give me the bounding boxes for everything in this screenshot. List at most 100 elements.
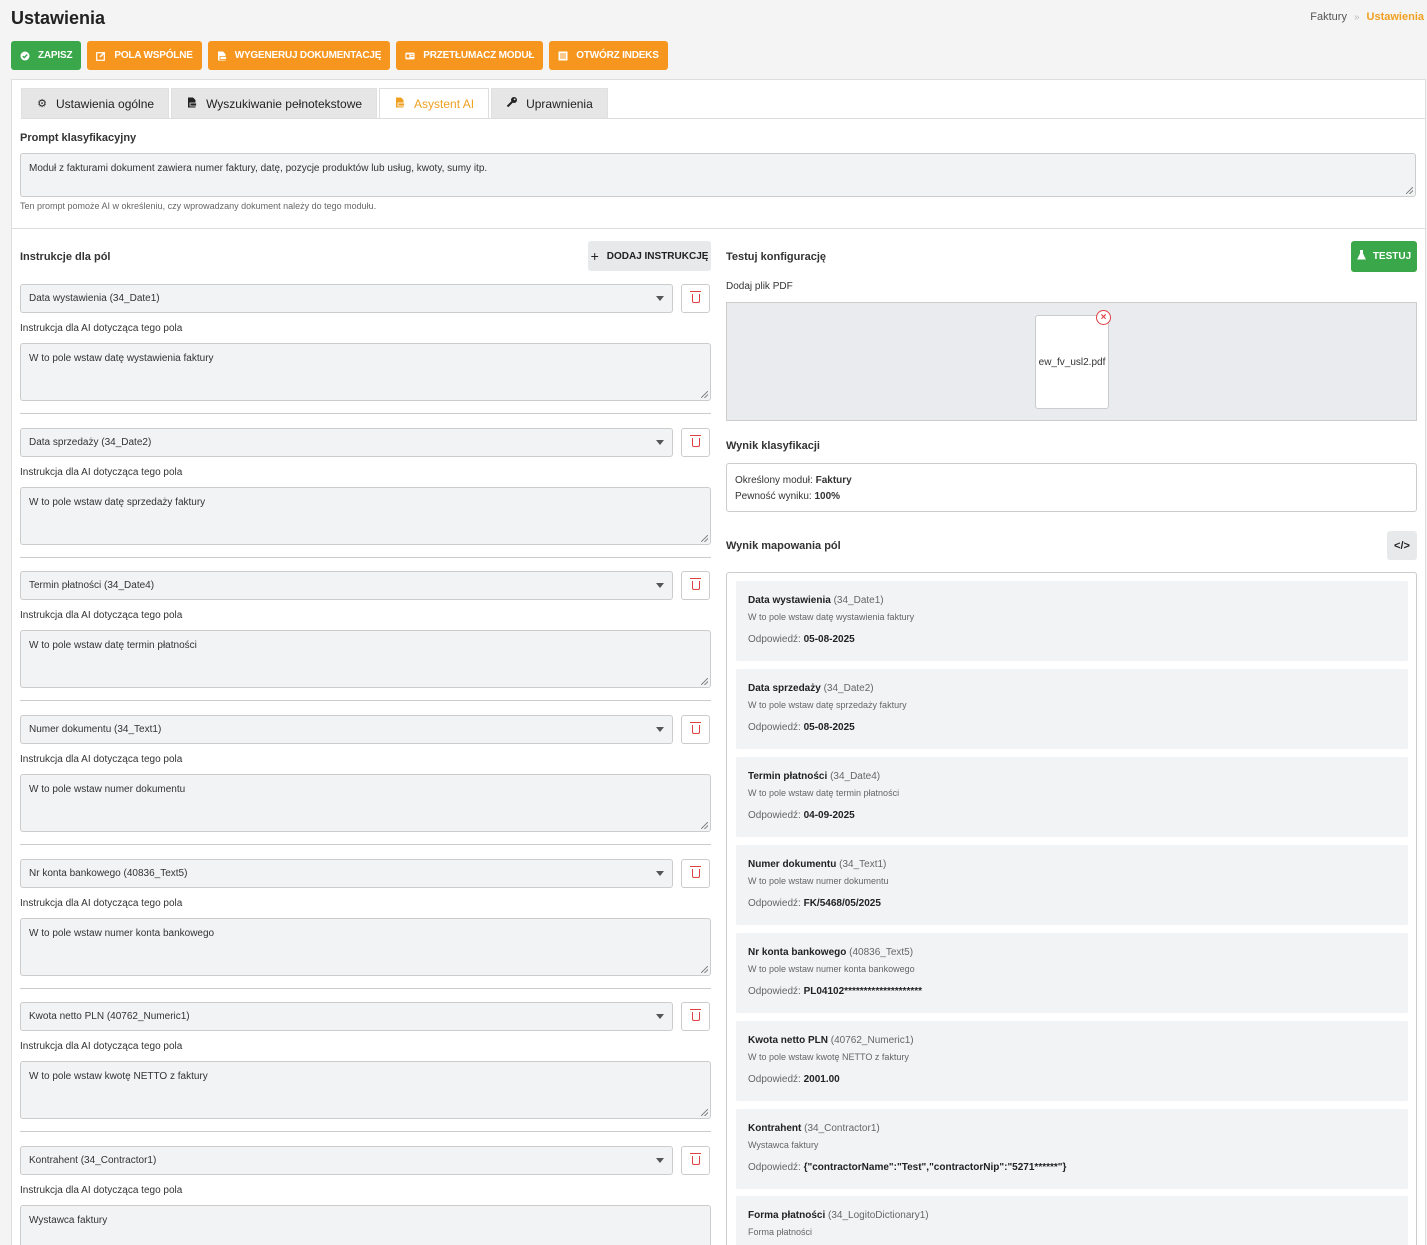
tab-general-settings[interactable]: ⚙ Ustawienia ogólne: [21, 88, 170, 118]
mapping-field-code: (34_Date2): [823, 683, 874, 694]
field-instruction-textarea[interactable]: W to pole wstaw datę sprzedaży faktury: [20, 487, 711, 545]
tab-fulltext-search[interactable]: Wyszukiwanie pełnotekstowe: [171, 88, 378, 118]
answer-label: Odpowiedź:: [748, 1074, 801, 1085]
tab-ai-assistant[interactable]: Asystent AI: [379, 88, 490, 118]
plus-icon: +: [590, 248, 599, 264]
answer-value: 2001.00: [803, 1074, 840, 1085]
field-select-value: Termin płatności (34_Date4): [29, 580, 155, 591]
resize-handle-icon[interactable]: [701, 678, 708, 685]
mapping-result-label: Wynik mapowania pól: [726, 540, 841, 552]
tab-label: Wyszukiwanie pełnotekstowe: [206, 96, 363, 111]
mapping-field-desc: Wystawca faktury: [748, 1140, 819, 1150]
prompt-hint: Ten prompt pomoże AI w określeniu, czy w…: [20, 201, 377, 211]
settings-panel: ⚙ Ustawienia ogólne Wyszukiwanie pełnote…: [11, 79, 1426, 1245]
field-select-value: Nr konta bankowego (40836_Text5): [29, 868, 188, 879]
code-view-button[interactable]: </>: [1387, 531, 1417, 560]
mapping-results-list: Data wystawienia (34_Date1) W to pole ws…: [726, 572, 1417, 1245]
field-select-value: Kwota netto PLN (40762_Numeric1): [29, 1011, 190, 1022]
delete-field-button[interactable]: [681, 1002, 710, 1031]
chevron-down-icon: [656, 871, 664, 876]
open-index-button[interactable]: OTWÓRZ INDEKS: [549, 41, 668, 70]
mapping-field-code: (40836_Text5): [849, 947, 914, 958]
module-label: Określony moduł:: [735, 475, 813, 486]
mapping-field-name: Numer dokumentu: [748, 859, 837, 870]
mapping-field-name: Nr konta bankowego: [748, 947, 847, 958]
answer-value: 05-08-2025: [803, 722, 855, 733]
field-separator: [20, 1131, 711, 1132]
field-select-value: Data sprzedaży (34_Date2): [29, 437, 152, 448]
code-icon: </>: [1394, 539, 1410, 552]
delete-field-button[interactable]: [681, 571, 710, 600]
test-button[interactable]: TESTUJ: [1351, 241, 1417, 272]
field-instruction-textarea[interactable]: W to pole wstaw datę wystawienia faktury: [20, 343, 711, 401]
mapping-field-desc: W to pole wstaw datę sprzedaży faktury: [748, 700, 907, 710]
tab-divider: [21, 118, 1425, 119]
resize-handle-icon[interactable]: [701, 391, 708, 398]
classification-result-label: Wynik klasyfikacji: [726, 440, 820, 452]
field-select[interactable]: Kwota netto PLN (40762_Numeric1): [20, 1002, 673, 1031]
mapping-field-desc: W to pole wstaw datę wystawienia faktury: [748, 612, 915, 622]
answer-label: Odpowiedź:: [748, 986, 801, 997]
translate-module-button[interactable]: PRZETŁUMACZ MODUŁ: [396, 41, 544, 70]
generate-docs-button[interactable]: WYGENERUJ DOKUMENTACJĘ: [207, 41, 391, 70]
field-instruction-label: Instrukcja dla AI dotycząca tego pola: [20, 1185, 183, 1196]
classification-result-box: Określony moduł: Faktury Pewność wyniku:…: [726, 463, 1417, 512]
mapping-field-desc: W to pole wstaw kwotę NETTO z faktury: [748, 1052, 909, 1062]
delete-field-button[interactable]: [681, 428, 710, 457]
field-instruction-textarea[interactable]: W to pole wstaw datę termin płatności: [20, 630, 711, 688]
pdf-dropzone[interactable]: ew_fv_usl2.pdf ×: [726, 302, 1417, 421]
pdf-file-icon: [217, 51, 227, 61]
common-fields-button[interactable]: POLA WSPÓLNE: [87, 41, 202, 70]
delete-field-button[interactable]: [681, 859, 710, 888]
delete-field-button[interactable]: [681, 284, 710, 313]
resize-handle-icon[interactable]: [701, 1109, 708, 1116]
answer-label: Odpowiedź:: [748, 1162, 801, 1173]
resize-handle-icon[interactable]: [1406, 187, 1413, 194]
save-icon: [20, 51, 30, 61]
answer-value: {"contractorName":"Test","contractorNip"…: [803, 1162, 1067, 1173]
field-select[interactable]: Kontrahent (34_Contractor1): [20, 1146, 673, 1175]
breadcrumb-parent-link[interactable]: Faktury: [1310, 11, 1347, 23]
answer-label: Odpowiedź:: [748, 810, 801, 821]
tab-permissions[interactable]: Uprawnienia: [491, 88, 608, 118]
field-instruction-textarea[interactable]: Wystawca faktury: [20, 1205, 711, 1245]
field-separator: [20, 700, 711, 701]
certainty-value: 100%: [814, 491, 841, 502]
classification-prompt-textarea[interactable]: Moduł z fakturami dokument zawiera numer…: [20, 153, 1416, 197]
mapping-field-name: Data sprzedaży: [748, 683, 821, 694]
trash-icon: [689, 722, 701, 734]
gear-icon: ⚙: [37, 98, 47, 110]
field-select[interactable]: Termin płatności (34_Date4): [20, 571, 673, 600]
field-select[interactable]: Data wystawienia (34_Date1): [20, 284, 673, 313]
mapping-field-code: (34_Date1): [833, 595, 884, 606]
field-select[interactable]: Data sprzedaży (34_Date2): [20, 428, 673, 457]
field-instruction-value: W to pole wstaw numer dokumentu: [29, 784, 186, 795]
mapping-item: Kwota netto PLN (40762_Numeric1) W to po…: [736, 1021, 1408, 1101]
breadcrumb-current: Ustawienia: [1366, 11, 1424, 23]
mapping-item: Forma płatności (34_LogitoDictionary1) F…: [736, 1196, 1408, 1245]
save-button-label: ZAPISZ: [38, 50, 73, 61]
field-instruction-textarea[interactable]: W to pole wstaw kwotę NETTO z faktury: [20, 1061, 711, 1119]
field-separator: [20, 557, 711, 558]
field-instruction-textarea[interactable]: W to pole wstaw numer konta bankowego: [20, 918, 711, 976]
field-instruction-textarea[interactable]: W to pole wstaw numer dokumentu: [20, 774, 711, 832]
save-button[interactable]: ZAPISZ: [11, 41, 82, 70]
field-select[interactable]: Numer dokumentu (34_Text1): [20, 715, 673, 744]
resize-handle-icon[interactable]: [701, 535, 708, 542]
uploaded-file-card: ew_fv_usl2.pdf: [1035, 315, 1109, 409]
field-select[interactable]: Nr konta bankowego (40836_Text5): [20, 859, 673, 888]
tab-label: Asystent AI: [414, 96, 475, 111]
resize-handle-icon[interactable]: [701, 822, 708, 829]
trash-icon: [689, 578, 701, 590]
delete-field-button[interactable]: [681, 715, 710, 744]
add-instruction-label: DODAJ INSTRUKCJĘ: [606, 250, 709, 262]
certainty-label: Pewność wyniku:: [735, 491, 812, 502]
instructions-label: Instrukcje dla pól: [20, 251, 111, 263]
field-instruction-label: Instrukcja dla AI dotycząca tego pola: [20, 754, 183, 765]
chevron-down-icon: [656, 440, 664, 445]
resize-handle-icon[interactable]: [701, 966, 708, 973]
delete-field-button[interactable]: [681, 1146, 710, 1175]
add-instruction-button[interactable]: + DODAJ INSTRUKCJĘ: [588, 241, 711, 271]
tab-bar: ⚙ Ustawienia ogólne Wyszukiwanie pełnote…: [21, 88, 608, 118]
remove-file-icon[interactable]: ×: [1096, 310, 1111, 325]
